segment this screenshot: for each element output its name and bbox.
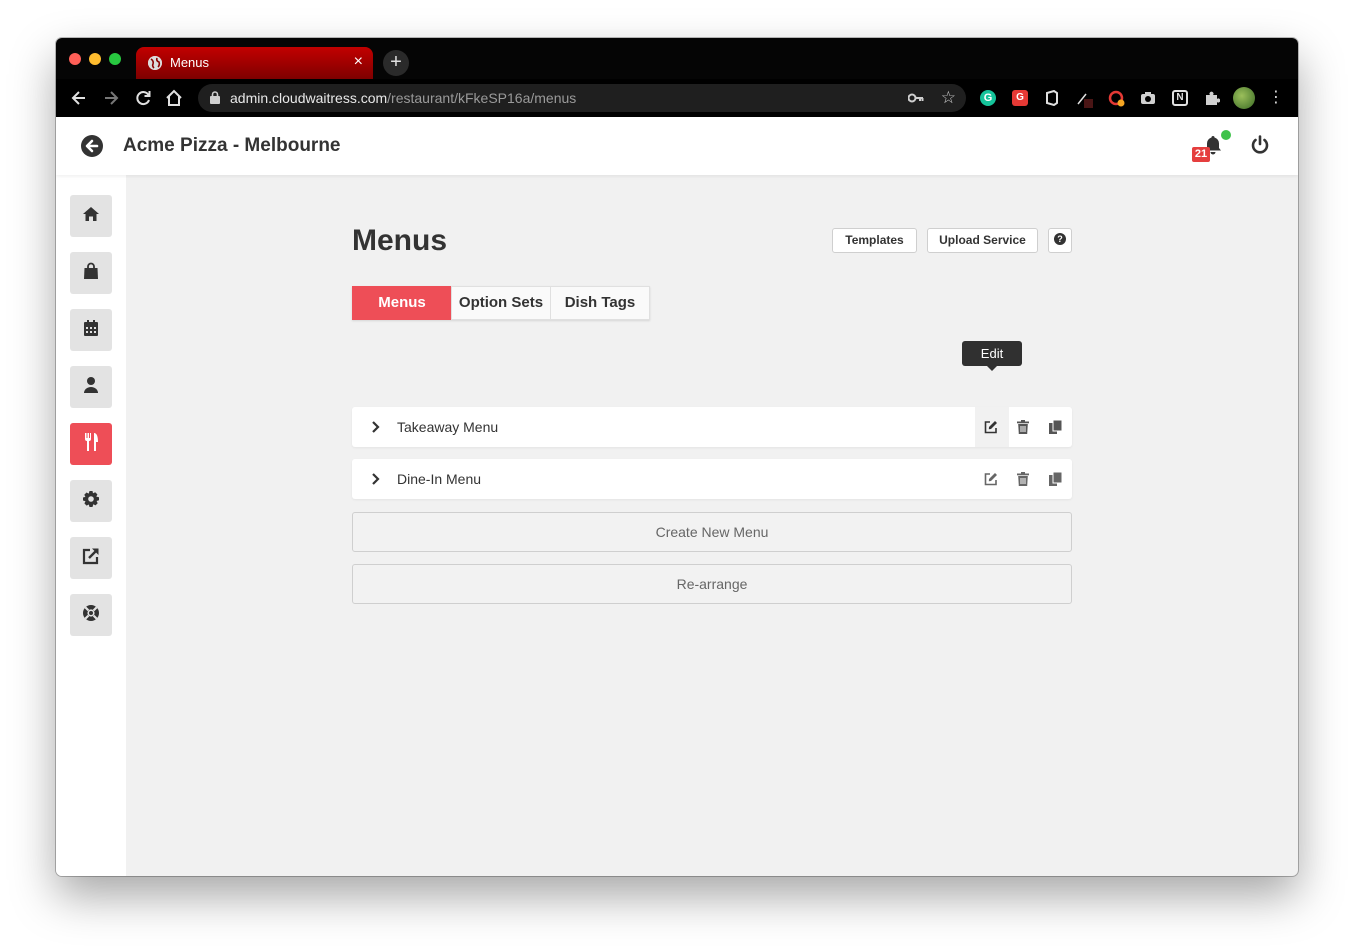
gear-icon — [82, 490, 100, 513]
chevron-right-icon[interactable] — [368, 420, 382, 434]
external-link-icon — [82, 547, 100, 570]
extensions-puzzle-icon[interactable] — [1204, 90, 1221, 106]
restaurant-name: Acme Pizza - Melbourne — [123, 135, 341, 156]
forward-arrow-icon[interactable] — [100, 87, 122, 109]
browser-menu-icon[interactable]: ⋮ — [1268, 90, 1284, 106]
notification-count-badge: 21 — [1192, 147, 1210, 162]
menu-row-dine-in[interactable]: Dine-In Menu — [352, 459, 1072, 499]
shopping-bag-icon — [83, 262, 99, 285]
browser-tab[interactable]: Menus × — [136, 47, 373, 79]
trash-icon[interactable] — [1011, 467, 1035, 491]
tab-menus[interactable]: Menus — [352, 286, 452, 320]
profile-avatar-icon[interactable] — [1233, 87, 1255, 109]
menu-row-takeaway[interactable]: Takeaway Menu — [352, 407, 1072, 447]
life-ring-icon — [82, 604, 100, 627]
url-host: admin.cloudwaitress.com — [230, 90, 388, 106]
user-icon — [83, 376, 99, 399]
tab-dish-tags[interactable]: Dish Tags — [550, 286, 650, 320]
new-tab-button[interactable]: + — [383, 50, 409, 76]
trash-icon[interactable] — [1011, 415, 1035, 439]
power-icon[interactable] — [1249, 134, 1271, 156]
sidebar-item-home[interactable] — [70, 195, 112, 237]
sidebar-item-online-ordering[interactable] — [70, 537, 112, 579]
edit-icon[interactable] — [979, 467, 1003, 491]
camera-extension-icon[interactable] — [1140, 90, 1156, 106]
copy-icon[interactable] — [1043, 467, 1067, 491]
key-icon[interactable] — [907, 91, 924, 107]
edit-tooltip: Edit — [962, 341, 1022, 371]
pen-extension-icon[interactable] — [1076, 90, 1093, 108]
address-bar[interactable]: admin.cloudwaitress.com/restaurant/kFkeS… — [198, 84, 966, 112]
back-arrow-icon[interactable] — [68, 87, 90, 109]
sidebar-item-support[interactable] — [70, 594, 112, 636]
help-button[interactable]: ? — [1048, 228, 1072, 253]
sidebar — [56, 175, 126, 876]
browser-toolbar: admin.cloudwaitress.com/restaurant/kFkeS… — [56, 79, 1298, 117]
tab-option-sets[interactable]: Option Sets — [451, 286, 551, 320]
templates-button[interactable]: Templates — [832, 228, 917, 253]
online-status-dot — [1221, 130, 1231, 140]
close-window-button[interactable] — [69, 53, 81, 65]
reload-icon[interactable] — [132, 87, 154, 109]
sidebar-item-bookings[interactable] — [70, 309, 112, 351]
sidebar-item-menus[interactable] — [70, 423, 112, 465]
utensils-icon — [83, 432, 99, 457]
lock-icon — [210, 91, 220, 107]
globe-icon — [148, 56, 162, 70]
tab-close-icon[interactable]: × — [354, 53, 363, 71]
menus-tab-group: Menus Option Sets Dish Tags — [352, 286, 650, 320]
svg-text:?: ? — [1057, 234, 1063, 244]
sidebar-item-customers[interactable] — [70, 366, 112, 408]
question-circle-icon: ? — [1054, 233, 1066, 247]
main-content: Menus Templates Upload Service ? Menus O… — [126, 175, 1298, 876]
red-extension-icon[interactable] — [1108, 90, 1125, 107]
minimize-window-button[interactable] — [89, 53, 101, 65]
office-extension-icon[interactable] — [1044, 89, 1060, 107]
home-icon — [82, 206, 100, 227]
url-path: /restaurant/kFkeSP16a/menus — [387, 90, 577, 106]
sidebar-item-orders[interactable] — [70, 252, 112, 294]
tab-strip: Menus × + — [56, 38, 1298, 79]
edit-icon[interactable] — [979, 415, 1003, 439]
tab-title: Menus — [170, 55, 210, 70]
menu-name: Dine-In Menu — [397, 471, 482, 487]
app-header: Acme Pizza - Melbourne 21 — [56, 117, 1298, 175]
upload-service-button[interactable]: Upload Service — [927, 228, 1038, 253]
browser-window: Menus × + admin.cloudwaitress.com/restau… — [56, 38, 1298, 876]
page-title: Menus — [352, 224, 448, 257]
grammarly-extension-icon[interactable]: G — [980, 90, 996, 106]
bookmark-star-icon[interactable]: ☆ — [941, 88, 956, 108]
create-new-menu-button[interactable]: Create New Menu — [352, 512, 1072, 552]
url-text: admin.cloudwaitress.com/restaurant/kFkeS… — [230, 90, 576, 106]
copy-icon[interactable] — [1043, 415, 1067, 439]
sidebar-item-settings[interactable] — [70, 480, 112, 522]
g-extension-icon[interactable]: G — [1012, 90, 1028, 106]
back-circle-icon[interactable] — [80, 134, 104, 158]
notion-extension-icon[interactable]: N — [1172, 90, 1188, 106]
menu-name: Takeaway Menu — [397, 419, 499, 435]
calendar-icon — [83, 319, 99, 342]
rearrange-button[interactable]: Re-arrange — [352, 564, 1072, 604]
chevron-right-icon[interactable] — [368, 472, 382, 486]
home-browser-icon[interactable] — [163, 87, 185, 109]
maximize-window-button[interactable] — [109, 53, 121, 65]
